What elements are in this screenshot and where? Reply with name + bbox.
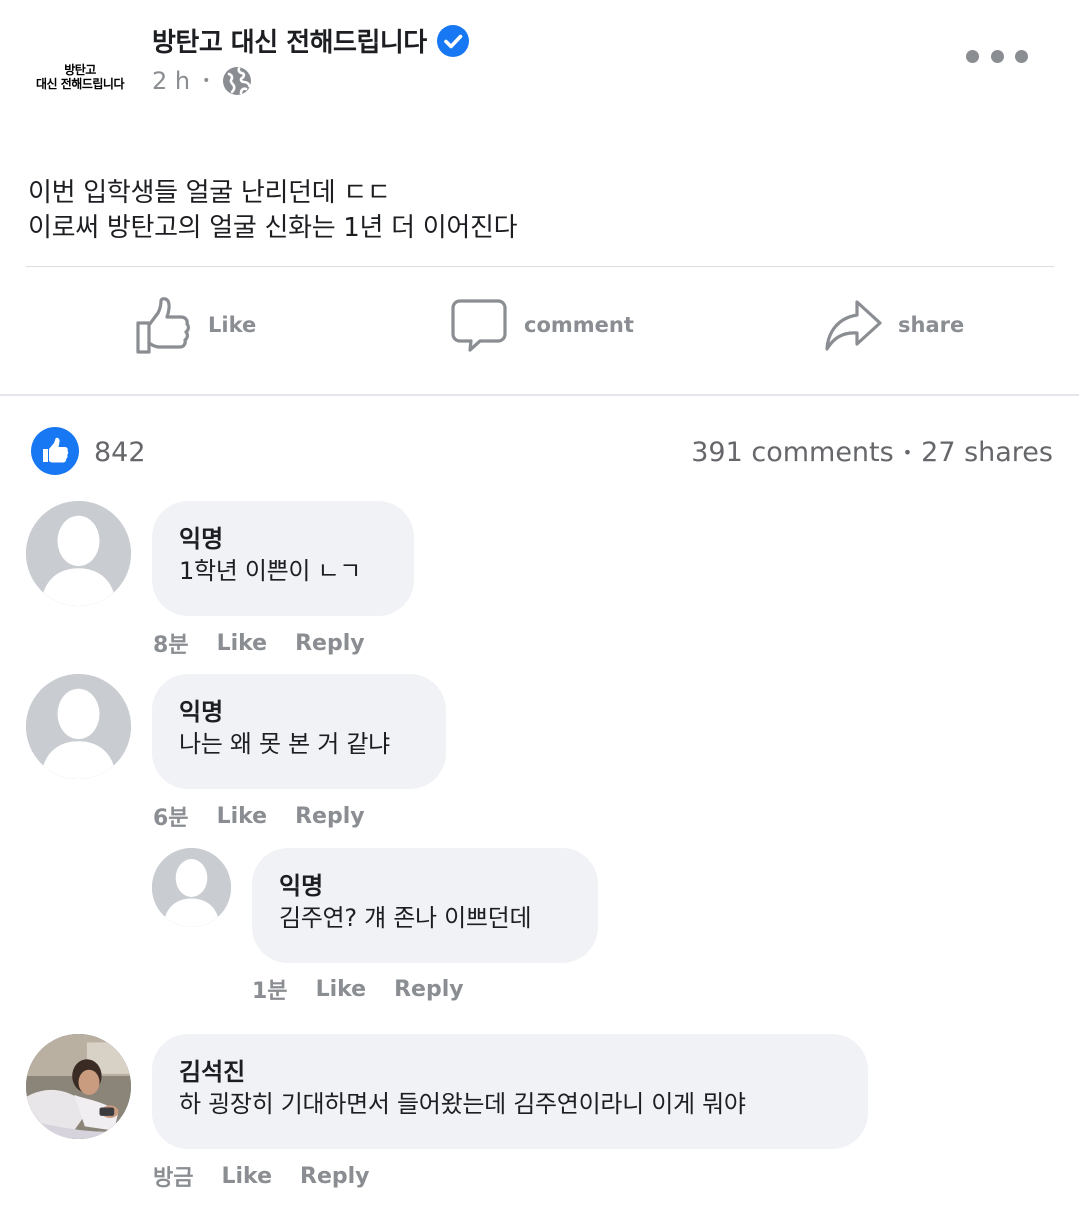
comment-author[interactable]: 익명 (179, 696, 418, 728)
share-count[interactable]: 27 shares (921, 437, 1053, 468)
page-avatar[interactable]: 방탄고 대신 전해드립니다 (28, 52, 132, 102)
default-avatar-icon (152, 848, 231, 927)
like-button[interactable]: Like (134, 290, 256, 360)
like-label: Like (208, 313, 257, 337)
meta-separator: • (202, 73, 211, 89)
page-name-text[interactable]: 방탄고 대신 전해드립니다 (152, 22, 427, 59)
comment-meta: 6분 Like Reply (153, 800, 365, 832)
more-dot (1015, 49, 1028, 63)
comment-like-button[interactable]: Like (316, 977, 367, 1002)
globe-icon (223, 67, 252, 95)
more-dot (966, 49, 979, 63)
post-actions: Like comment share (0, 290, 1079, 370)
comment-text: 1학년 이쁜이 ㄴㄱ (179, 557, 362, 585)
avatar[interactable] (26, 501, 131, 606)
share-arrow-icon (825, 300, 882, 351)
post-meta: 2 h • (152, 66, 252, 96)
post-text-line2: 이로써 방탄고의 얼굴 신화는 1년 더 이어진다 (28, 213, 518, 243)
post-stats: 842 391 comments • 27 shares (0, 424, 1079, 480)
post-text-line1: 이번 입학생들 얼굴 난리던데 ㄷㄷ (28, 178, 391, 208)
like-reaction-badge[interactable] (31, 427, 79, 475)
default-avatar-icon (26, 674, 131, 779)
comment-share-counts: 391 comments • 27 shares (691, 437, 1053, 468)
user-photo (26, 1034, 131, 1139)
comment-count[interactable]: 391 comments (691, 437, 893, 468)
comment-label: comment (524, 313, 634, 337)
thumbs-up-icon (136, 297, 190, 354)
comment-meta: 8분 Like Reply (153, 627, 365, 659)
thumbs-up-icon (43, 437, 69, 463)
comment-time[interactable]: 6분 (153, 800, 189, 832)
comment-author[interactable]: 익명 (179, 523, 386, 555)
comment-time[interactable]: 방금 (153, 1160, 193, 1192)
like-count[interactable]: 842 (94, 437, 146, 468)
comment-bubble: 익명 나는 왜 못 본 거 같냐 (152, 674, 446, 789)
stats-separator: • (902, 443, 913, 462)
comment-like-button[interactable]: Like (217, 631, 268, 656)
page-name[interactable]: 방탄고 대신 전해드립니다 (152, 22, 469, 59)
comment-reply-button[interactable]: Reply (295, 631, 365, 656)
more-options-button[interactable] (966, 44, 1028, 68)
page-avatar-line1: 방탄고 (64, 63, 96, 77)
comment-time[interactable]: 8분 (153, 627, 189, 659)
comment-button[interactable]: comment (450, 290, 634, 360)
verified-badge-icon (436, 24, 469, 57)
comment-like-button[interactable]: Like (221, 1164, 272, 1189)
post-time[interactable]: 2 h (152, 67, 190, 95)
comment-text: 김주연? 걔 존나 이쁘던데 (279, 904, 532, 932)
more-dot (990, 49, 1004, 63)
share-label: share (898, 313, 965, 337)
comment-meta: 1분 Like Reply (252, 973, 464, 1005)
comment-text: 하 굉장히 기대하면서 들어왔는데 김주연이라니 이게 뭐야 (179, 1090, 746, 1118)
comment-meta: 방금 Like Reply (153, 1160, 370, 1192)
reply-bubble: 익명 김주연? 걔 존나 이쁘던데 (252, 848, 598, 963)
comment-reply-button[interactable]: Reply (300, 1164, 370, 1189)
comment-author[interactable]: 익명 (279, 870, 570, 902)
post-text: 이번 입학생들 얼굴 난리던데 ㄷㄷ 이로써 방탄고의 얼굴 신화는 1년 더 … (28, 176, 518, 246)
comment-bubble: 김석진 하 굉장히 기대하면서 들어왔는데 김주연이라니 이게 뭐야 (152, 1034, 868, 1149)
page-avatar-line2: 대신 전해드립니다 (36, 77, 125, 91)
avatar[interactable] (152, 848, 231, 927)
comment-bubble: 익명 1학년 이쁜이 ㄴㄱ (152, 501, 414, 616)
share-button[interactable]: share (824, 290, 964, 360)
comment-like-button[interactable]: Like (217, 804, 268, 829)
divider (0, 394, 1079, 396)
comment-reply-button[interactable]: Reply (295, 804, 365, 829)
comment-reply-button[interactable]: Reply (394, 977, 464, 1002)
speech-bubble-icon (451, 299, 507, 352)
user-photo-avatar[interactable] (26, 1034, 131, 1139)
divider (26, 266, 1054, 267)
comment-text: 나는 왜 못 본 거 같냐 (179, 730, 390, 758)
comment-author[interactable]: 김석진 (179, 1056, 840, 1088)
post-header: 방탄고 대신 전해드립니다 방탄고 대신 전해드립니다 2 h • (0, 0, 1079, 130)
default-avatar-icon (26, 501, 131, 606)
avatar[interactable] (26, 674, 131, 779)
comment-time[interactable]: 1분 (252, 973, 288, 1005)
